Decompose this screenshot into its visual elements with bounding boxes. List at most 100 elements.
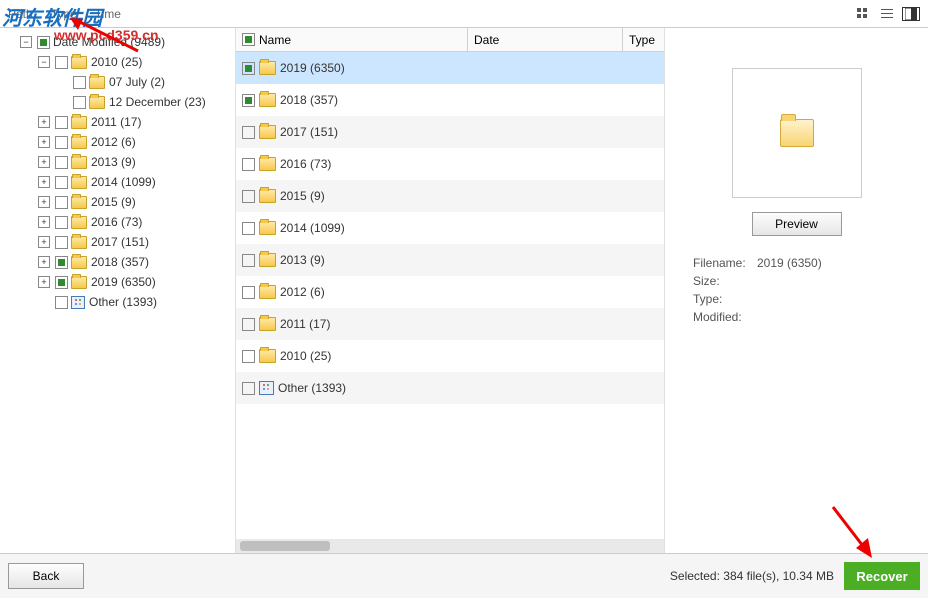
list-row[interactable]: 2015 (9) (236, 180, 664, 212)
list-header: Name Date Type (236, 28, 664, 52)
list-row[interactable]: 2016 (73) (236, 148, 664, 180)
checkbox[interactable] (55, 116, 68, 129)
list-body[interactable]: 2019 (6350) 2018 (357) 2017 (151) 2016 (… (236, 52, 664, 539)
file-list: Name Date Type 2019 (6350) 2018 (357) 20… (235, 28, 665, 553)
checkbox[interactable] (242, 222, 255, 235)
checkbox[interactable] (55, 296, 68, 309)
list-row[interactable]: 2011 (17) (236, 308, 664, 340)
column-date[interactable]: Date (468, 28, 623, 51)
tree-node[interactable]: Other (1393) (0, 292, 235, 312)
checkbox[interactable] (242, 190, 255, 203)
checkbox[interactable] (73, 76, 86, 89)
expand-icon[interactable]: + (38, 256, 50, 268)
tree-node[interactable]: +2016 (73) (0, 212, 235, 232)
expand-icon[interactable]: + (38, 216, 50, 228)
checkbox[interactable] (55, 136, 68, 149)
tree-node[interactable]: 12 December (23) (0, 92, 235, 112)
checkbox[interactable] (242, 94, 255, 107)
tab-type[interactable]: Type (51, 7, 77, 21)
tree-node[interactable]: +2019 (6350) (0, 272, 235, 292)
tab-path[interactable]: Path (8, 7, 33, 21)
folder-icon (71, 256, 87, 269)
checkbox[interactable] (242, 350, 255, 363)
list-row[interactable]: 2017 (151) (236, 116, 664, 148)
folder-icon (259, 285, 276, 299)
checkbox[interactable] (55, 196, 68, 209)
checkbox[interactable] (242, 318, 255, 331)
list-row[interactable]: 2012 (6) (236, 276, 664, 308)
folder-icon (71, 276, 87, 289)
back-button[interactable]: Back (8, 563, 84, 589)
preview-button[interactable]: Preview (752, 212, 842, 236)
checkbox[interactable] (242, 254, 255, 267)
tree-root[interactable]: − Date Modified (9489) (0, 32, 235, 52)
folder-icon (71, 176, 87, 189)
checkbox[interactable] (37, 36, 50, 49)
collapse-icon[interactable]: − (20, 36, 32, 48)
checkbox[interactable] (242, 382, 255, 395)
list-row[interactable]: 2019 (6350) (236, 52, 664, 84)
checkbox[interactable] (242, 126, 255, 139)
folder-icon (259, 93, 276, 107)
checkbox[interactable] (73, 96, 86, 109)
tree-node[interactable]: 07 July (2) (0, 72, 235, 92)
list-row[interactable]: 2014 (1099) (236, 212, 664, 244)
checkbox[interactable] (242, 158, 255, 171)
detail-view-icon[interactable] (902, 7, 920, 21)
grid-view-icon[interactable] (854, 7, 872, 21)
expand-icon[interactable]: + (38, 196, 50, 208)
expand-icon[interactable]: + (38, 176, 50, 188)
checkbox[interactable] (55, 156, 68, 169)
checkbox[interactable] (55, 236, 68, 249)
folder-icon (71, 196, 87, 209)
expand-icon[interactable]: + (38, 236, 50, 248)
tree-node[interactable]: +2015 (9) (0, 192, 235, 212)
checkbox[interactable] (55, 276, 68, 289)
folder-tree[interactable]: − Date Modified (9489) −2010 (25) 07 Jul… (0, 28, 235, 553)
collapse-icon[interactable]: − (38, 56, 50, 68)
checkbox[interactable] (242, 286, 255, 299)
scrollbar-thumb[interactable] (240, 541, 330, 551)
toolbar-tabs: Path Type Time (8, 7, 121, 21)
expand-icon[interactable]: + (38, 156, 50, 168)
folder-icon (71, 156, 87, 169)
list-row[interactable]: Other (1393) (236, 372, 664, 404)
folder-icon (259, 61, 276, 75)
tree-node[interactable]: +2013 (9) (0, 152, 235, 172)
folder-icon (259, 349, 276, 363)
tree-node[interactable]: +2017 (151) (0, 232, 235, 252)
tab-time[interactable]: Time (95, 7, 121, 21)
checkbox[interactable] (55, 256, 68, 269)
list-row[interactable]: 2013 (9) (236, 244, 664, 276)
tree-node[interactable]: −2010 (25) (0, 52, 235, 72)
expand-icon[interactable]: + (38, 276, 50, 288)
tree-node[interactable]: +2014 (1099) (0, 172, 235, 192)
recover-button[interactable]: Recover (844, 562, 920, 590)
horizontal-scrollbar[interactable] (236, 539, 664, 553)
checkbox[interactable] (55, 176, 68, 189)
select-all-checkbox[interactable] (242, 33, 255, 46)
list-row[interactable]: 2018 (357) (236, 84, 664, 116)
folder-icon (259, 157, 276, 171)
expand-icon[interactable]: + (38, 136, 50, 148)
folder-icon (259, 317, 276, 331)
preview-panel: Preview Filename:2019 (6350) Size: Type:… (665, 28, 928, 553)
other-icon (259, 381, 274, 395)
checkbox[interactable] (242, 62, 255, 75)
tree-node[interactable]: +2012 (6) (0, 132, 235, 152)
checkbox[interactable] (55, 216, 68, 229)
folder-icon (780, 119, 814, 147)
folder-icon (259, 189, 276, 203)
column-name[interactable]: Name (236, 28, 468, 51)
checkbox[interactable] (55, 56, 68, 69)
list-view-icon[interactable] (878, 7, 896, 21)
tree-node[interactable]: +2018 (357) (0, 252, 235, 272)
file-metadata: Filename:2019 (6350) Size: Type: Modifie… (675, 254, 918, 326)
expand-icon[interactable]: + (38, 116, 50, 128)
selection-status: Selected: 384 file(s), 10.34 MB (670, 569, 834, 583)
preview-thumbnail (732, 68, 862, 198)
folder-icon (71, 216, 87, 229)
list-row[interactable]: 2010 (25) (236, 340, 664, 372)
tree-node[interactable]: +2011 (17) (0, 112, 235, 132)
column-type[interactable]: Type (623, 28, 664, 51)
